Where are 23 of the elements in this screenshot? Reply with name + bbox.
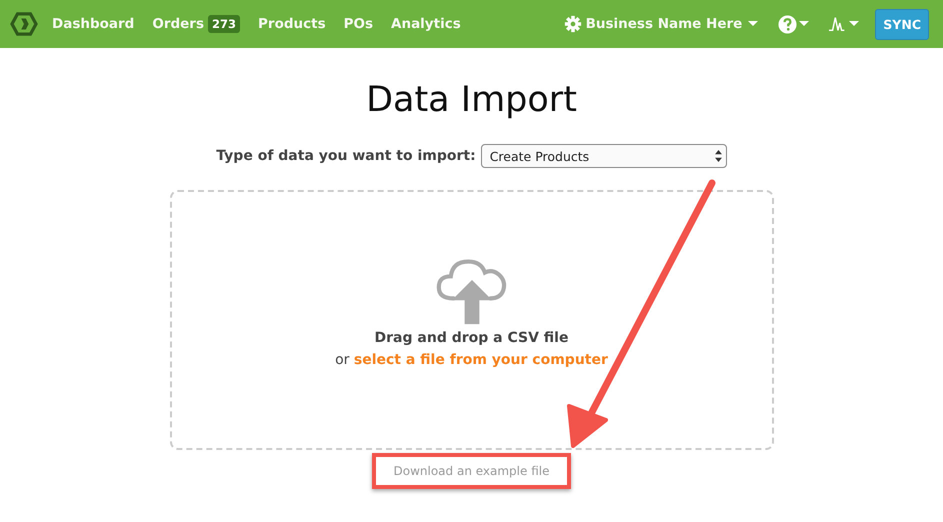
nav-link[interactable]: Products — [258, 16, 326, 32]
import-type-label: Type of data you want to import: — [216, 148, 476, 164]
download-example-link[interactable]: Download an example file — [376, 457, 568, 485]
activity-icon[interactable] — [829, 15, 848, 33]
settings-icon[interactable] — [564, 15, 582, 33]
nav-link[interactable]: POs — [344, 16, 374, 32]
select-file-link[interactable]: select a file from your computer — [354, 352, 608, 368]
caret-icon[interactable] — [748, 21, 758, 27]
sync-button[interactable]: SYNC — [875, 8, 929, 40]
page-title: Data Import — [366, 80, 577, 120]
caret-icon[interactable] — [799, 21, 810, 27]
caret-icon[interactable] — [849, 21, 860, 27]
dropzone-heading: Drag and drop a CSV file — [374, 330, 568, 346]
help-icon[interactable] — [778, 14, 798, 34]
nav-link[interactable]: Analytics — [391, 16, 461, 32]
or-text: or — [335, 352, 350, 368]
hexagon-logo-icon[interactable] — [10, 12, 38, 36]
nav-link[interactable]: Orders 273 — [152, 15, 240, 33]
select-arrows-icon — [714, 150, 722, 162]
import-type-select[interactable]: Create Products — [480, 144, 727, 168]
business-menu[interactable]: Business Name Here — [586, 16, 742, 32]
count-badge: 273 — [208, 15, 240, 33]
nav-link[interactable]: Dashboard — [52, 16, 134, 32]
